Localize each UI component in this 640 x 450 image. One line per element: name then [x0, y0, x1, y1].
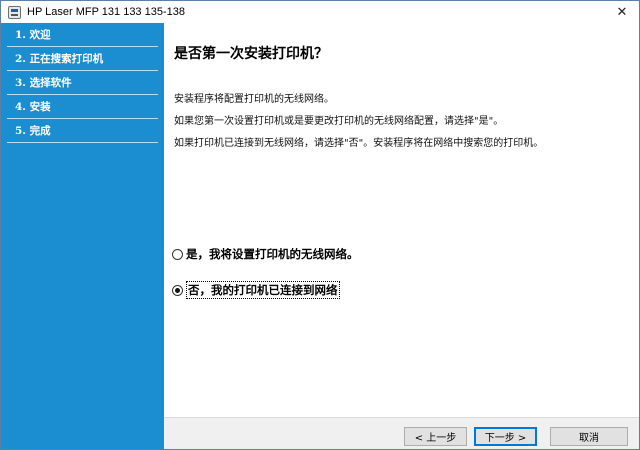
printer-app-icon	[8, 5, 21, 19]
option-no-already-connected[interactable]: 否，我的打印机已连接到网络	[172, 281, 340, 299]
option-yes-setup-wireless[interactable]: 是，我将设置打印机的无线网络。	[172, 245, 359, 263]
step-install: 4. 安装	[7, 95, 158, 119]
close-icon: ✕	[616, 4, 628, 20]
installer-window: HP Laser MFP 131 133 135-138 ✕ 1. 欢迎 2. …	[0, 0, 640, 450]
option-no-label: 否，我的打印机已连接到网络	[186, 281, 340, 299]
steps-sidebar: 1. 欢迎 2. 正在搜索打印机 3. 选择软件 4. 安装 5. 完成	[1, 23, 164, 449]
title-bar: HP Laser MFP 131 133 135-138 ✕	[1, 1, 639, 23]
step-select-software: 3. 选择软件	[7, 71, 158, 95]
close-button[interactable]: ✕	[605, 1, 639, 23]
description-line-3: 如果打印机已连接到无线网络，请选择"否"。安装程序将在网络中搜索您的打印机。	[174, 138, 544, 149]
option-yes-label: 是，我将设置打印机的无线网络。	[186, 247, 359, 261]
window-title: HP Laser MFP 131 133 135-138	[27, 6, 185, 18]
page-title: 是否第一次安装打印机？	[174, 46, 328, 62]
back-button[interactable]: < 上一步	[404, 427, 467, 446]
button-bar: < 上一步 下一步 > 取消	[164, 417, 639, 449]
radio-button-icon[interactable]	[172, 284, 183, 296]
step-welcome: 1. 欢迎	[7, 23, 158, 47]
content-panel: 是否第一次安装打印机？ 安装程序将配置打印机的无线网络。 如果您第一次设置打印机…	[164, 23, 639, 417]
step-finish: 5. 完成	[7, 119, 158, 143]
cancel-button[interactable]: 取消	[550, 427, 628, 446]
next-button[interactable]: 下一步 >	[474, 427, 537, 446]
description-line-2: 如果您第一次设置打印机或是要更改打印机的无线网络配置，请选择"是"。	[174, 116, 504, 127]
description-line-1: 安装程序将配置打印机的无线网络。	[174, 94, 334, 105]
step-searching-printer: 2. 正在搜索打印机	[7, 47, 158, 71]
radio-button-icon[interactable]	[172, 248, 183, 260]
